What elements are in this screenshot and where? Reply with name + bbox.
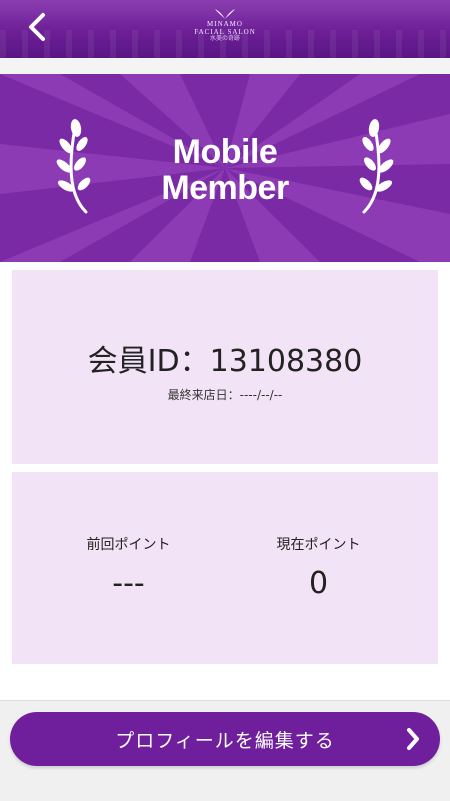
brand-logo: MINAMO FACIAL SALON 水美の奇跡 bbox=[175, 8, 275, 48]
chevron-right-icon bbox=[407, 728, 419, 750]
chevron-left-icon bbox=[29, 13, 45, 41]
previous-points-value: --- bbox=[112, 566, 145, 601]
logo-line-3: 水美の奇跡 bbox=[209, 36, 240, 42]
current-points-label: 現在ポイント bbox=[276, 537, 361, 553]
wings-logo-icon bbox=[215, 9, 235, 19]
laurel-icon bbox=[56, 119, 91, 214]
banner-title-line-2: Member bbox=[161, 169, 289, 207]
member-id: 会員ID：13108380 bbox=[87, 344, 363, 379]
banner-title: Mobile Member bbox=[100, 134, 350, 206]
logo-line-1: MINAMO bbox=[207, 20, 243, 28]
points-card: 前回ポイント --- 現在ポイント 0 bbox=[12, 472, 438, 664]
last-visit-date: 最終来店日：----/--/-- bbox=[167, 388, 283, 402]
edit-profile-button[interactable]: プロフィールを編集する bbox=[10, 712, 440, 766]
laurel-icon bbox=[359, 119, 394, 214]
mobile-member-banner: Mobile Member bbox=[0, 74, 450, 262]
app-header: MINAMO FACIAL SALON 水美の奇跡 bbox=[0, 0, 450, 58]
previous-points-label: 前回ポイント bbox=[86, 537, 171, 553]
logo-line-2: FACIAL SALON bbox=[194, 28, 256, 36]
current-points-value: 0 bbox=[308, 566, 329, 601]
member-info-card: 会員ID：13108380 最終来店日：----/--/-- bbox=[12, 270, 438, 464]
banner-title-line-1: Mobile bbox=[172, 133, 278, 171]
edit-profile-label: プロフィールを編集する bbox=[115, 729, 335, 752]
back-button[interactable] bbox=[20, 10, 54, 44]
header-divider bbox=[0, 58, 450, 74]
